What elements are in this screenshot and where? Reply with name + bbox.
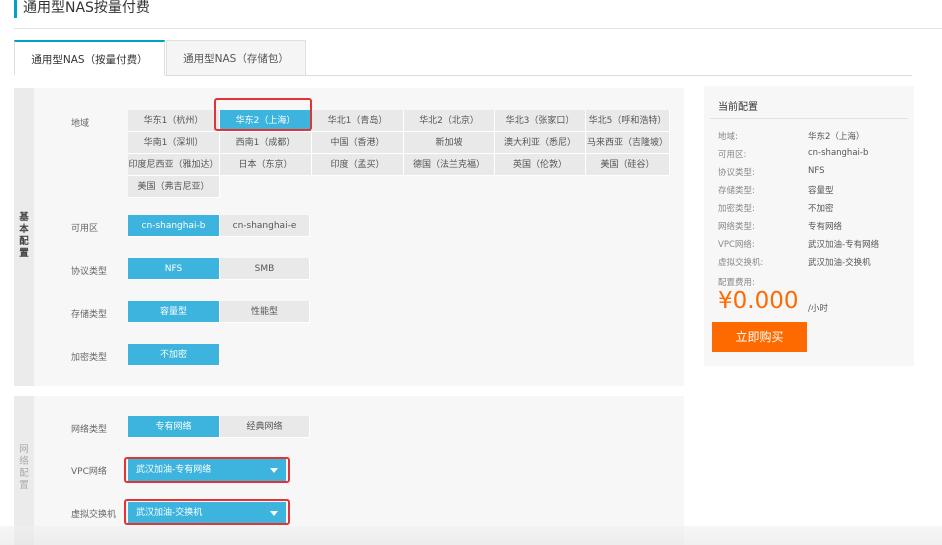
region-option[interactable]: 马来西亚（吉隆坡） bbox=[586, 132, 670, 154]
network-config-side-char: 置 bbox=[19, 480, 29, 491]
region-label: 地域 bbox=[71, 119, 90, 129]
chevron-down-icon bbox=[270, 468, 278, 473]
region-option[interactable]: 印度（孟买） bbox=[312, 154, 404, 176]
protocol-label: 协议类型 bbox=[71, 267, 108, 277]
storage-option-selected[interactable]: 容量型 bbox=[128, 301, 220, 323]
current-config-panel: 当前配置 地域: 华东2（上海） 可用区: cn-shanghai-b 协议类型… bbox=[704, 86, 914, 366]
network-config-sidebar: 网 络 配 置 bbox=[14, 396, 34, 545]
region-option[interactable]: 英国（伦敦） bbox=[495, 154, 586, 176]
region-option[interactable]: 华北1（青岛） bbox=[312, 110, 404, 132]
region-option[interactable]: 新加坡 bbox=[404, 132, 495, 154]
tab-pay-as-you-go[interactable]: 通用型NAS（按量付费） bbox=[14, 40, 165, 76]
network-type-label: 网络类型 bbox=[71, 425, 108, 435]
zone-option[interactable]: cn-shanghai-e bbox=[220, 215, 310, 237]
region-option[interactable]: 澳大利亚（悉尼） bbox=[495, 132, 586, 154]
region-option[interactable]: 印度尼西亚（雅加达） bbox=[128, 154, 220, 176]
summary-label: VPC网络: bbox=[718, 240, 755, 250]
network-config-section: 网 络 配 置 网络类型 专有网络 经典网络 VPC网络 武汉加油-专有网络 虚… bbox=[14, 396, 684, 545]
basic-config-side-char: 配 bbox=[19, 236, 29, 247]
basic-config-side-char: 本 bbox=[19, 224, 29, 235]
region-option[interactable]: 华东1（杭州） bbox=[128, 110, 220, 132]
summary-label: 协议类型: bbox=[718, 168, 755, 178]
summary-value: 武汉加油-交换机 bbox=[808, 258, 871, 268]
header-divider bbox=[14, 28, 942, 29]
summary-divider bbox=[710, 118, 908, 119]
zone-label: 可用区 bbox=[71, 224, 99, 234]
buy-now-button[interactable]: 立即购买 bbox=[712, 322, 807, 352]
fee-label: 配置费用: bbox=[718, 278, 755, 288]
region-option[interactable]: 日本（东京） bbox=[220, 154, 312, 176]
summary-label: 可用区: bbox=[718, 150, 747, 160]
region-option[interactable]: 华北5（呼和浩特） bbox=[586, 110, 670, 132]
price-unit: /小时 bbox=[808, 304, 828, 314]
zone-option-selected[interactable]: cn-shanghai-b bbox=[128, 215, 220, 237]
protocol-option-selected[interactable]: NFS bbox=[128, 258, 220, 280]
basic-config-side-char: 基 bbox=[19, 212, 29, 223]
summary-label: 存储类型: bbox=[718, 186, 755, 196]
chevron-down-icon bbox=[270, 511, 278, 516]
page-title: 通用型NAS按量付费 bbox=[14, 0, 150, 18]
region-option[interactable]: 德国（法兰克福） bbox=[404, 154, 495, 176]
summary-label: 网络类型: bbox=[718, 222, 755, 232]
network-type-option-selected[interactable]: 专有网络 bbox=[128, 416, 220, 438]
network-config-side-char: 配 bbox=[19, 468, 29, 479]
region-option[interactable]: 华北2（北京） bbox=[404, 110, 495, 132]
vswitch-select[interactable]: 武汉加油-交换机 bbox=[128, 502, 286, 524]
summary-label: 虚拟交换机: bbox=[718, 258, 764, 268]
summary-label: 地域: bbox=[718, 132, 738, 142]
basic-config-sidebar: 基 本 配 置 bbox=[14, 88, 34, 386]
vpc-select[interactable]: 武汉加油-专有网络 bbox=[128, 459, 286, 481]
vpc-label: VPC网络 bbox=[71, 467, 107, 477]
vswitch-label: 虚拟交换机 bbox=[71, 510, 117, 520]
price-value: ¥0.000 bbox=[718, 288, 799, 314]
storage-type-label: 存储类型 bbox=[71, 310, 108, 320]
region-option[interactable]: 美国（弗吉尼亚） bbox=[128, 176, 220, 198]
network-config-side-char: 网 bbox=[19, 444, 29, 455]
region-option[interactable]: 美国（硅谷） bbox=[586, 154, 670, 176]
region-option[interactable]: 中国（香港） bbox=[312, 132, 404, 154]
summary-value: 专有网络 bbox=[808, 222, 843, 232]
bottom-edge bbox=[0, 526, 942, 545]
summary-value: 容量型 bbox=[808, 186, 834, 196]
basic-config-section: 基 本 配 置 地域 华东1（杭州） 华东2（上海） 华北1（青岛） 华北2（北… bbox=[14, 88, 684, 386]
region-option[interactable]: 华北3（张家口） bbox=[495, 110, 586, 132]
summary-value: 华东2（上海） bbox=[808, 132, 865, 142]
encryption-label: 加密类型 bbox=[71, 353, 108, 363]
vpc-select-value: 武汉加油-专有网络 bbox=[136, 465, 212, 475]
region-option[interactable]: 华南1（深圳） bbox=[128, 132, 220, 154]
summary-value: 不加密 bbox=[808, 204, 834, 214]
basic-config-side-char: 置 bbox=[19, 248, 29, 259]
protocol-option[interactable]: SMB bbox=[220, 258, 310, 280]
region-option-selected[interactable]: 华东2（上海） bbox=[220, 110, 312, 132]
summary-label: 加密类型: bbox=[718, 204, 755, 214]
network-config-side-char: 络 bbox=[19, 456, 29, 467]
summary-value: NFS bbox=[808, 166, 825, 176]
summary-value: cn-shanghai-b bbox=[808, 148, 869, 158]
storage-option[interactable]: 性能型 bbox=[220, 301, 310, 323]
current-config-title: 当前配置 bbox=[718, 102, 758, 113]
vswitch-select-value: 武汉加油-交换机 bbox=[136, 508, 203, 518]
network-type-option[interactable]: 经典网络 bbox=[220, 416, 310, 438]
summary-value: 武汉加油-专有网络 bbox=[808, 240, 880, 250]
encryption-option-selected[interactable]: 不加密 bbox=[128, 344, 220, 366]
tab-storage-package[interactable]: 通用型NAS（存储包） bbox=[166, 40, 306, 76]
region-option[interactable]: 西南1（成都） bbox=[220, 132, 312, 154]
